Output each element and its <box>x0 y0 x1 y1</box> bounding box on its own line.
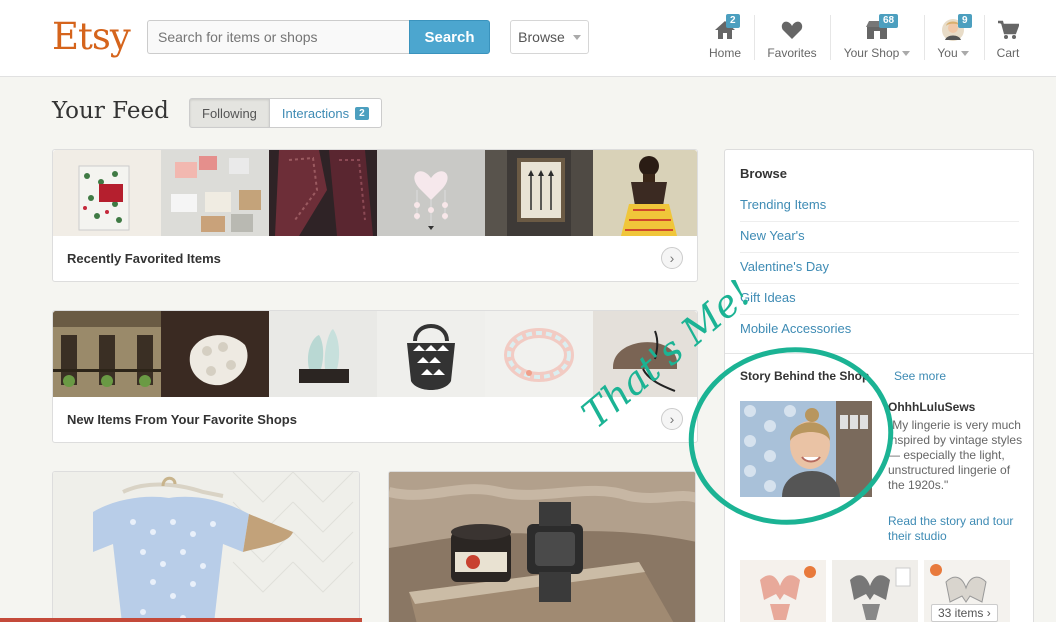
chevron-right-icon[interactable]: › <box>661 408 683 430</box>
search-input[interactable] <box>147 20 410 54</box>
product-image[interactable] <box>53 311 161 397</box>
product-image[interactable] <box>377 150 485 236</box>
chevron-down-icon <box>902 50 911 56</box>
top-header: Etsy Search Browse 2 Home Favorites 68 Y… <box>0 0 1056 77</box>
product-image[interactable] <box>53 150 161 236</box>
items-count-label: 33 items <box>938 606 984 620</box>
nav-cart-label: Cart <box>996 46 1020 60</box>
nav-favorites-label: Favorites <box>767 46 817 60</box>
shop-quote: "My lingerie is very much inspired by vi… <box>888 418 1023 492</box>
product-image[interactable] <box>389 472 696 622</box>
nav-home[interactable]: 2 Home <box>706 10 744 65</box>
nav-home-label: Home <box>708 46 741 60</box>
product-image[interactable] <box>832 560 918 622</box>
sidebar-link-new-years[interactable]: New Year's <box>740 228 1019 253</box>
new-items-card[interactable]: New Items From Your Favorite Shops › <box>52 310 698 443</box>
see-more-link[interactable]: See more <box>894 369 946 383</box>
product-image[interactable] <box>377 311 485 397</box>
new-items-image-strip <box>53 311 697 397</box>
product-image[interactable] <box>740 560 826 622</box>
story-heading: Story Behind the Shop <box>740 369 870 383</box>
sidebar-link-gift-ideas[interactable]: Gift Ideas <box>740 290 1019 315</box>
home-badge: 2 <box>726 14 740 28</box>
card-title[interactable]: New Items From Your Favorite Shops <box>67 412 297 427</box>
product-image[interactable] <box>53 472 360 622</box>
sidebar-link-valentines[interactable]: Valentine's Day <box>740 259 1019 284</box>
bottom-accent-bar <box>0 618 362 622</box>
favorited-image-strip <box>53 150 697 236</box>
sidebar-link-mobile-accessories[interactable]: Mobile Accessories <box>740 321 1019 345</box>
browse-label: Browse <box>518 29 565 45</box>
tab-interactions-label: Interactions <box>281 105 350 121</box>
items-count-badge[interactable]: 33 items › <box>931 604 998 622</box>
product-image[interactable] <box>593 311 697 397</box>
product-image[interactable] <box>161 150 269 236</box>
shop-icon: 68 <box>865 14 899 42</box>
tab-following-label: Following <box>202 105 257 121</box>
avatar-icon: 9 <box>942 14 972 42</box>
card-title[interactable]: Recently Favorited Items <box>67 251 221 266</box>
you-badge: 9 <box>958 14 972 28</box>
recently-favorited-card[interactable]: Recently Favorited Items › <box>52 149 698 282</box>
etsy-logo[interactable]: Etsy <box>52 15 131 58</box>
page-title: Your Feed <box>52 98 169 124</box>
home-icon: 2 <box>714 14 740 42</box>
product-image[interactable] <box>485 150 593 236</box>
browse-dropdown[interactable]: Browse <box>510 20 589 54</box>
product-image[interactable] <box>269 150 377 236</box>
shop-badge: 68 <box>879 14 899 28</box>
nav-favorites[interactable]: Favorites <box>764 10 820 65</box>
product-image[interactable] <box>161 311 269 397</box>
nav-your-shop-label: Your Shop <box>843 46 900 60</box>
read-story-link[interactable]: Read the story and tour their studio <box>888 514 1028 544</box>
product-card[interactable] <box>52 471 360 622</box>
shop-name[interactable]: OhhhLuluSews <box>888 400 975 414</box>
chevron-down-icon <box>960 50 969 56</box>
tab-following[interactable]: Following <box>189 98 270 128</box>
sidebar: Browse Trending Items New Year's Valenti… <box>724 149 1034 622</box>
product-image[interactable] <box>485 311 593 397</box>
nav-cart[interactable]: Cart <box>994 10 1022 65</box>
browse-title: Browse <box>740 166 787 181</box>
sidebar-link-trending[interactable]: Trending Items <box>740 197 1019 222</box>
chevron-down-icon <box>572 34 581 40</box>
search-button[interactable]: Search <box>409 20 490 54</box>
feed-tabs: Following Interactions 2 <box>189 98 382 128</box>
heart-icon <box>781 18 803 42</box>
product-image[interactable] <box>269 311 377 397</box>
chevron-right-icon[interactable]: › <box>661 247 683 269</box>
cart-icon <box>997 18 1019 42</box>
tab-interactions[interactable]: Interactions 2 <box>269 98 382 128</box>
interactions-badge: 2 <box>355 106 369 120</box>
nav-you[interactable]: 9 You <box>932 10 974 65</box>
product-card[interactable] <box>388 471 696 622</box>
nav-you-label: You <box>937 46 958 60</box>
product-image[interactable] <box>593 150 697 236</box>
nav-your-shop[interactable]: 68 Your Shop <box>840 10 914 65</box>
shop-owner-photo[interactable] <box>740 401 872 497</box>
